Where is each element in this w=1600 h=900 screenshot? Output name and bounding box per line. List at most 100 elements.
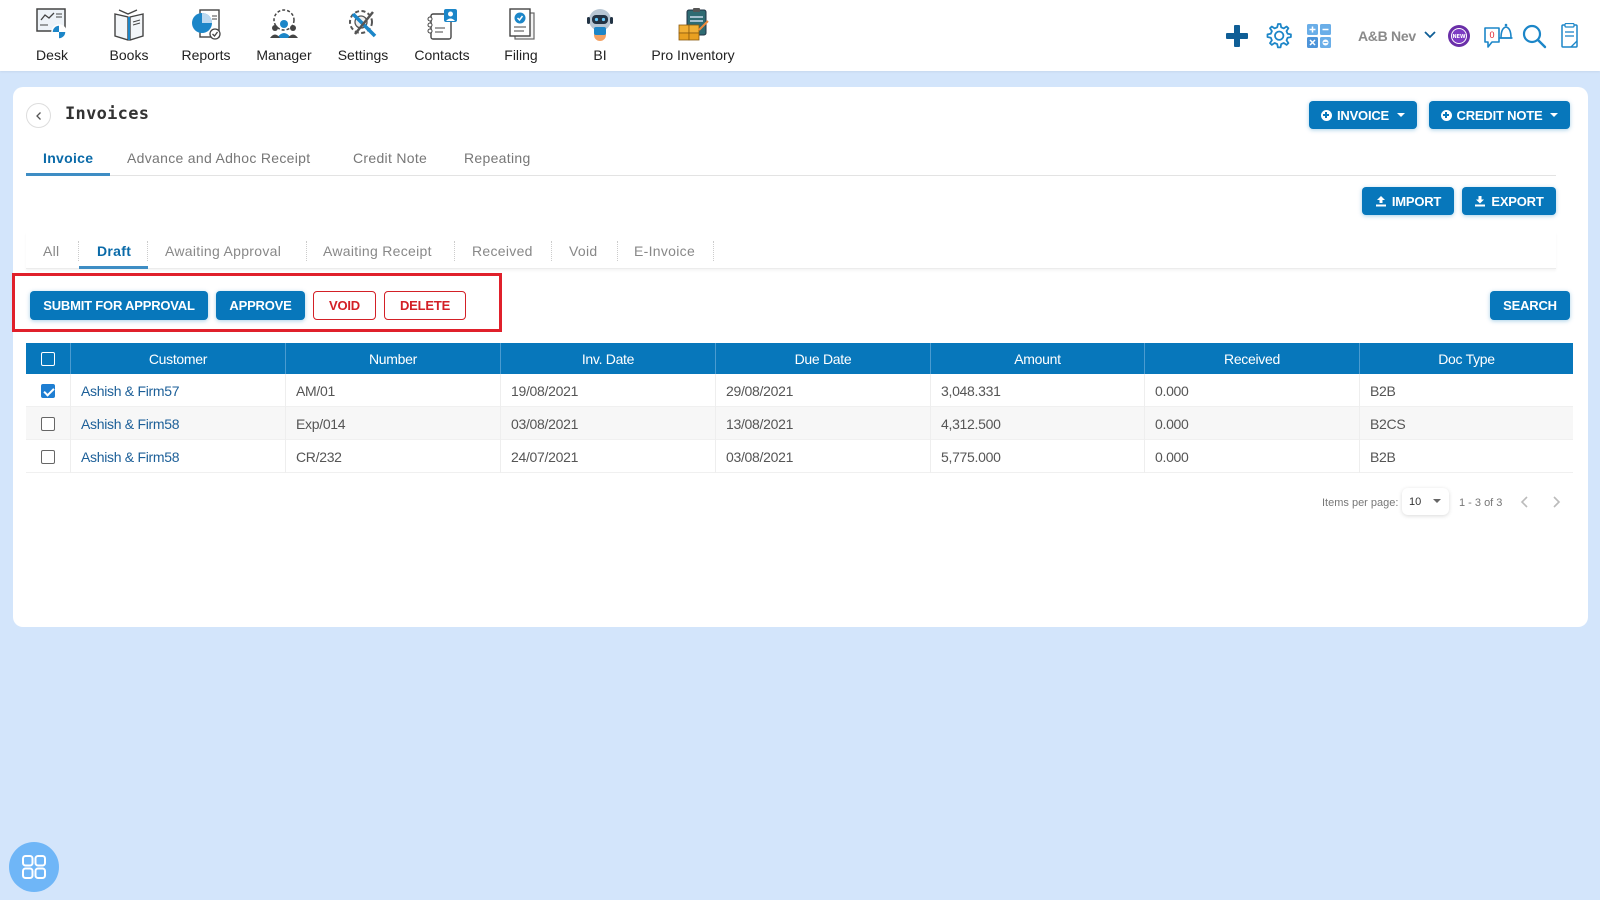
nav-books[interactable]: Books (109, 6, 149, 66)
column-header-number[interactable]: Number (286, 343, 501, 374)
pagination-range: 1 - 3 of 3 (1459, 497, 1503, 509)
nav-desk[interactable]: Desk (34, 6, 70, 66)
contacts-icon (427, 9, 457, 40)
new-badge-icon: NEW (1448, 25, 1470, 47)
invoice-date: 24/07/2021 (501, 440, 716, 473)
filing-icon (509, 8, 535, 40)
table-row[interactable]: Ashish & Firm58 Exp/014 03/08/2021 13/08… (26, 407, 1573, 440)
received-amount: 0.000 (1145, 374, 1360, 407)
tab-advance-adhoc-receipt[interactable]: Advance and Adhoc Receipt (127, 150, 310, 166)
column-header-amount[interactable]: Amount (931, 343, 1145, 374)
nav-pro-inventory-label: Pro Inventory (651, 47, 735, 63)
search-icon (1522, 24, 1547, 49)
new-badge-text: NEW (1452, 34, 1466, 40)
row-select-cell (26, 374, 71, 407)
export-label: EXPORT (1491, 193, 1544, 209)
items-per-page-select[interactable]: 10 (1402, 488, 1449, 515)
select-all-checkbox[interactable] (41, 351, 55, 366)
search-button[interactable] (1520, 22, 1548, 50)
plus-circle-icon (1440, 109, 1452, 121)
documents-button[interactable] (1556, 22, 1584, 50)
table-row[interactable]: Ashish & Firm58 CR/232 24/07/2021 03/08/… (26, 440, 1573, 473)
import-button[interactable]: IMPORT (1362, 187, 1454, 215)
row-checkbox[interactable] (41, 416, 55, 431)
calculator-button[interactable] (1305, 22, 1333, 50)
active-status-indicator (79, 266, 148, 269)
notification-bell-icon: 0 (1484, 23, 1513, 48)
column-header-doc-type[interactable]: Doc Type (1360, 343, 1573, 374)
tab-invoice[interactable]: Invoice (43, 150, 93, 166)
row-checkbox[interactable] (41, 449, 55, 464)
nav-manager-label: Manager (256, 47, 312, 63)
nav-manager[interactable]: Manager (256, 6, 312, 66)
export-button[interactable]: EXPORT (1462, 187, 1556, 215)
doc-type: B2B (1370, 382, 1396, 399)
page-title: Invoices (65, 104, 150, 124)
status-tab-awaiting-receipt[interactable]: Awaiting Receipt (323, 243, 432, 259)
new-invoice-label: INVOICE (1336, 107, 1390, 123)
new-credit-note-dropdown-button[interactable]: CREDIT NOTE (1429, 101, 1570, 129)
chevron-down-icon[interactable] (1422, 26, 1438, 42)
customer-link[interactable]: Ashish & Firm58 (71, 407, 286, 440)
invoice-date: 19/08/2021 (501, 374, 716, 407)
status-tab-draft[interactable]: Draft (97, 243, 131, 259)
caret-down-icon (1550, 113, 1559, 117)
invoice-number: CR/232 (286, 440, 501, 473)
status-tab-all[interactable]: All (43, 243, 59, 259)
nav-filing[interactable]: Filing (503, 6, 539, 66)
doc-type: B2B (1370, 448, 1396, 465)
customer-link[interactable]: Ashish & Firm57 (71, 374, 286, 407)
column-header-received[interactable]: Received (1145, 343, 1360, 374)
apps-menu-button[interactable] (9, 842, 59, 892)
new-invoice-dropdown-button[interactable]: INVOICE (1309, 101, 1417, 129)
status-tab-received[interactable]: Received (472, 243, 533, 259)
search-filter-button[interactable]: SEARCH (1490, 291, 1570, 320)
status-tab-void[interactable]: Void (569, 243, 597, 259)
row-checkbox[interactable] (41, 383, 55, 398)
tab-repeating[interactable]: Repeating (464, 150, 531, 166)
amount: 5,775.000 (931, 440, 1145, 473)
chevron-left-icon (35, 111, 41, 120)
items-per-page-value: 10 (1409, 495, 1422, 508)
tab-separator (617, 241, 618, 261)
upload-icon (1375, 196, 1386, 207)
notification-count: 0 (1489, 30, 1494, 40)
previous-page-button[interactable] (1518, 494, 1532, 510)
back-button[interactable] (26, 103, 51, 128)
manager-icon (270, 9, 298, 38)
nav-books-label: Books (109, 47, 149, 63)
nav-pro-inventory[interactable]: Pro Inventory (651, 6, 735, 66)
column-header-customer[interactable]: Customer (71, 343, 286, 374)
next-page-button[interactable] (1549, 494, 1563, 510)
notifications-button[interactable]: 0 (1483, 22, 1513, 50)
tab-separator (713, 241, 714, 261)
nav-settings-label: Settings (337, 47, 389, 63)
add-button[interactable] (1223, 22, 1251, 50)
whats-new-button[interactable]: NEW (1445, 22, 1473, 50)
nav-bi[interactable]: BI (582, 6, 618, 66)
import-label: IMPORT (1391, 193, 1442, 209)
amount: 3,048.331 (931, 374, 1145, 407)
tab-separator (306, 241, 307, 261)
desk-icon (36, 8, 67, 40)
nav-reports[interactable]: Reports (181, 6, 231, 66)
select-all-cell (26, 343, 71, 374)
status-tab-awaiting-approval[interactable]: Awaiting Approval (165, 243, 281, 259)
row-select-cell (26, 407, 71, 440)
tab-separator (454, 241, 455, 261)
settings-tools-icon (349, 10, 377, 38)
nav-settings[interactable]: Settings (338, 6, 388, 66)
column-header-inv-date[interactable]: Inv. Date (501, 343, 716, 374)
status-tab-e-invoice[interactable]: E-Invoice (634, 243, 695, 259)
tab-credit-note[interactable]: Credit Note (353, 150, 427, 166)
table-row[interactable]: Ashish & Firm57 AM/01 19/08/2021 29/08/2… (26, 374, 1573, 407)
customer-link[interactable]: Ashish & Firm58 (71, 440, 286, 473)
tab-separator (147, 241, 148, 261)
nav-contacts[interactable]: Contacts (414, 6, 470, 66)
column-header-due-date[interactable]: Due Date (716, 343, 931, 374)
settings-button[interactable] (1264, 22, 1292, 50)
table-header: Customer Number Inv. Date Due Date Amoun… (26, 343, 1573, 374)
organization-name[interactable]: A&B Nev (1358, 28, 1416, 44)
document-icon (1561, 23, 1578, 48)
top-navigation-bar: Desk Books Reports Manager Settings Cont… (0, 0, 1600, 71)
